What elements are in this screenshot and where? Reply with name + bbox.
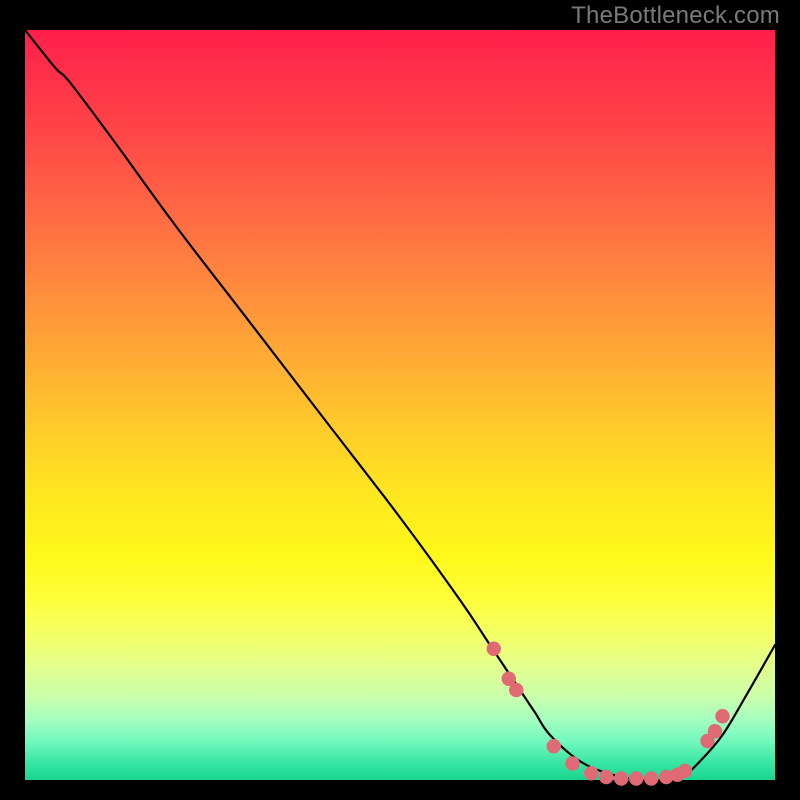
curve-marker [708, 724, 722, 738]
curve-marker [678, 764, 692, 778]
curve-marker [547, 739, 561, 753]
curve-marker [584, 766, 598, 780]
curve-marker [565, 756, 579, 770]
attribution-text: TheBottleneck.com [571, 2, 780, 30]
curve-marker [644, 771, 658, 785]
curve-marker [509, 683, 523, 697]
curve-marker [629, 771, 643, 785]
plot-area [25, 30, 775, 780]
curve-marker [614, 771, 628, 785]
curve-marker [715, 709, 729, 723]
curve-markers [487, 642, 730, 786]
bottleneck-curve-line [25, 30, 775, 781]
curve-marker [487, 642, 501, 656]
bottleneck-curve-svg [25, 30, 775, 780]
curve-marker [599, 770, 613, 784]
chart-stage: TheBottleneck.com [0, 0, 800, 800]
